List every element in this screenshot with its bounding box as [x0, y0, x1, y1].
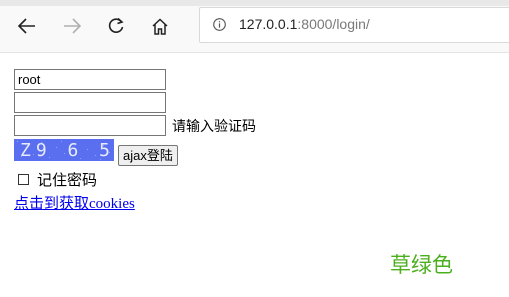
address-bar[interactable]: 127.0.0.1:8000/login/: [199, 7, 509, 43]
tab-strip: [0, 0, 509, 6]
reload-icon[interactable]: [102, 12, 130, 40]
captcha-image[interactable]: Z9 6 5: [14, 139, 114, 161]
get-cookies-link[interactable]: 点击到获取cookies: [14, 192, 135, 213]
url-text: 127.0.0.1:8000/login/: [239, 16, 370, 32]
captcha-text: Z9 6 5: [20, 140, 114, 161]
browser-toolbar: 127.0.0.1:8000/login/: [0, 0, 509, 53]
back-arrow-icon[interactable]: [13, 12, 41, 40]
home-icon[interactable]: [146, 12, 174, 40]
remember-checkbox[interactable]: [18, 174, 29, 185]
url-host: 127.0.0.1: [239, 16, 298, 32]
green-color-text: 草绿色: [390, 253, 453, 277]
ajax-login-button[interactable]: ajax登陆: [118, 145, 178, 166]
page-content: root 请输入验证码 Z9 6 5 ajax登陆 记住密码 点击到获取cook…: [0, 53, 509, 297]
remember-label: 记住密码: [37, 171, 98, 189]
remember-password[interactable]: 记住密码: [18, 169, 97, 190]
password-input[interactable]: [14, 92, 166, 113]
captcha-prompt-label: 请输入验证码: [172, 119, 256, 135]
info-icon[interactable]: [213, 18, 226, 31]
username-input[interactable]: root: [14, 69, 166, 90]
forward-arrow-icon[interactable]: [58, 12, 86, 40]
captcha-input[interactable]: [14, 115, 166, 136]
url-path: :8000/login/: [297, 16, 370, 32]
